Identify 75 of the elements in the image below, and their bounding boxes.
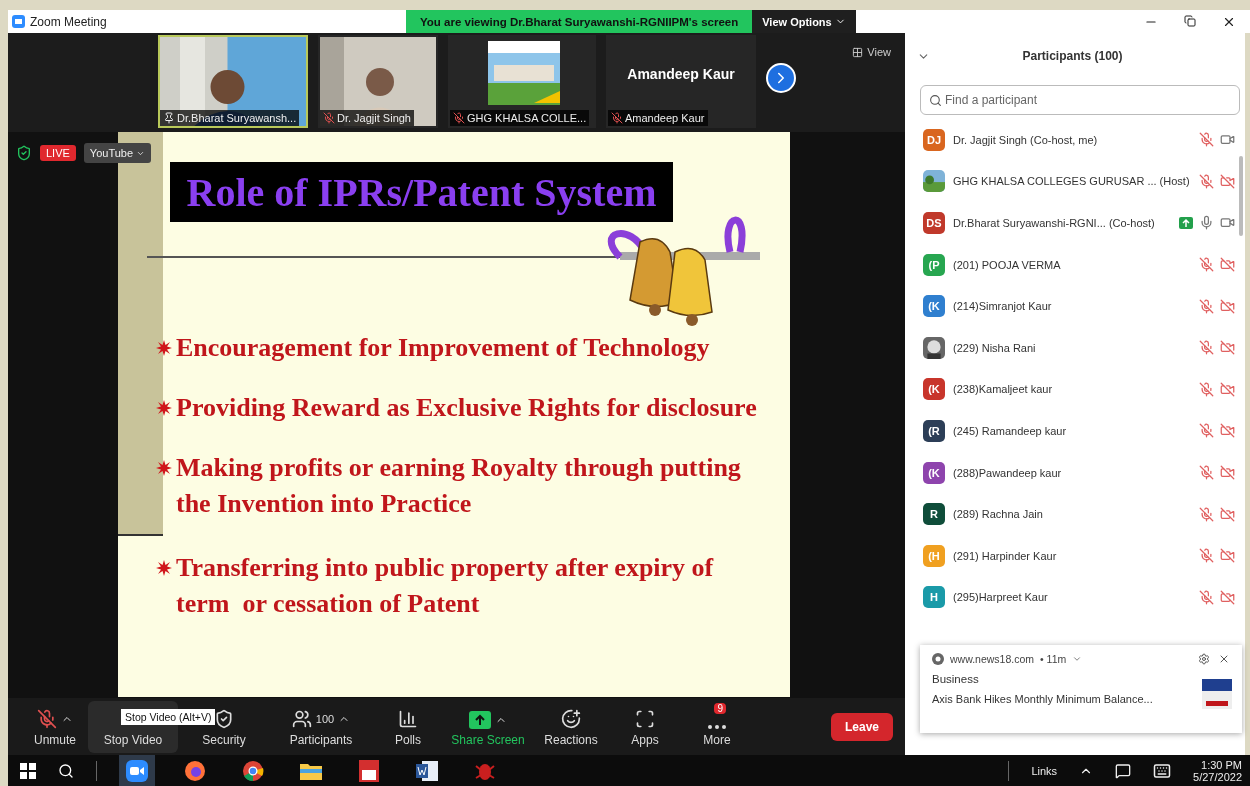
search-field[interactable]: Find a participant — [920, 85, 1240, 115]
participant-name: Dr. Jagjit Singh (Co-host, me) — [953, 133, 1099, 146]
notification-card[interactable]: www.news18.com • 11m Business Axis Bank Hikes Monthly Minimum Balance... — [920, 645, 1242, 733]
avatar: (P — [923, 253, 945, 276]
live-badge: LIVE — [40, 145, 76, 161]
clock-time: 1:30 PM — [1201, 758, 1242, 771]
avatar: (K — [923, 295, 945, 318]
clock-date: 5/27/2022 — [1193, 770, 1242, 783]
participant-row[interactable]: DS Dr.Bharat Suryawanshi-RGNI... (Co-host) — [905, 202, 1245, 244]
slide-title: Role of IPRs/Patent System — [170, 162, 673, 222]
slide-bullet: Encouragement for Improvement of Technology — [176, 332, 711, 364]
participant-row[interactable]: (H (291) Harpinder Kaur — [905, 534, 1245, 577]
tile-name: Amandeep Kaur — [625, 112, 705, 124]
participant-name: (214)Simranjot Kaur — [953, 300, 1053, 313]
participant-name: (201) POOJA VERMA — [953, 258, 1062, 271]
participant-row[interactable]: (P (201) POOJA VERMA — [905, 243, 1245, 286]
view-button[interactable]: View — [846, 45, 897, 59]
participant-row[interactable]: (229) Nisha Rani — [905, 326, 1245, 369]
avatar: (H — [923, 544, 945, 567]
slide-bullet: Making profits or earning Royalty through putting the Invention into Practice — [176, 452, 742, 520]
notification-source: www.news18.com — [950, 653, 1035, 665]
slide-bullet: Providing Reward as Exclusive Rights for disclosure — [176, 392, 758, 424]
tile-name: GHG KHALSA COLLE... — [467, 112, 587, 124]
avatar: DS — [923, 212, 945, 234]
reactions-button[interactable]: Reactions — [532, 700, 610, 753]
notification-badge: 9 — [714, 702, 726, 714]
avatar: (R — [923, 419, 945, 442]
stream-platform-button[interactable]: YouTube — [83, 143, 152, 163]
participant-name: (291) Harpinder Kaur — [953, 549, 1058, 562]
participant-row[interactable]: H (295)Harpreet Kaur — [905, 576, 1245, 619]
video-tile[interactable]: Dr.Bharat Suryawansh... — [158, 35, 308, 128]
notification-headline: Axis Bank Hikes Monthly Minimum Balance... — [932, 693, 1154, 705]
participant-name: (229) Nisha Rani — [953, 341, 1037, 354]
notification-category: Business — [932, 673, 980, 685]
avatar: (K — [923, 461, 945, 484]
apps-button[interactable]: Apps — [610, 700, 680, 753]
participant-row[interactable]: (K (214)Simranjot Kaur — [905, 285, 1245, 327]
avatar: DJ — [923, 128, 945, 151]
tile-name: Dr.Bharat Suryawansh... — [177, 112, 297, 124]
more-button[interactable]: More 9 — [680, 700, 754, 753]
participant-row[interactable]: DJ Dr. Jagjit Singh (Co-host, me) — [905, 119, 1245, 161]
participant-row[interactable]: (K (238)Kamaljeet kaur — [905, 368, 1245, 411]
avatar: (K — [923, 378, 945, 401]
leave-button[interactable]: Leave — [830, 712, 893, 741]
slide-bullet: Transferring into public property after expiry of term or cessation of Patent — [176, 552, 715, 620]
notification-age: • 11m — [1040, 653, 1067, 665]
avatar: R — [923, 503, 945, 526]
participant-row[interactable]: (K (288)Pawandeep kaur — [905, 451, 1245, 494]
tooltip: Stop Video (Alt+V) — [121, 709, 216, 725]
participant-name: (288)Pawandeep kaur — [953, 466, 1063, 479]
participant-count: 100 — [315, 712, 335, 725]
participant-row[interactable]: GHG KHALSA COLLEGES GURUSAR ... (Host) — [905, 160, 1245, 203]
window-title: Zoom Meeting — [30, 14, 107, 29]
share-button[interactable]: Share Screen — [444, 700, 532, 753]
participant-row[interactable]: (R (245) Ramandeep kaur — [905, 410, 1245, 452]
participant-name: (238)Kamaljeet kaur — [953, 383, 1054, 396]
participant-name: Dr.Bharat Suryawanshi-RGNI... (Co-host) — [953, 217, 1156, 229]
video-tile[interactable]: Dr. Jagjit Singh — [318, 35, 438, 128]
participant-name: (295)Harpreet Kaur — [953, 591, 1049, 604]
panel-title: Participants (100) — [1021, 49, 1124, 63]
links-toolbar[interactable]: Links — [1031, 764, 1058, 777]
participant-name: (245) Ramandeep kaur — [953, 424, 1068, 437]
mic-button[interactable]: Unmute — [22, 700, 88, 753]
avatar: H — [923, 586, 945, 609]
participants-button[interactable]: 100 Participants — [270, 700, 372, 753]
participant-name: GHG KHALSA COLLEGES GURUSAR ... (Host) — [953, 175, 1191, 188]
video-tile[interactable]: Amandeep Kaur Amandeep Kaur — [606, 35, 756, 128]
view-options-button[interactable]: View Options — [752, 10, 856, 33]
sharing-banner: You are viewing Dr.Bharat Suryawanshi-RGNIIPM's screen — [406, 10, 753, 33]
participant-name: (289) Rachna Jain — [953, 508, 1044, 521]
polls-button[interactable]: Polls — [372, 700, 444, 753]
video-tile[interactable]: GHG KHALSA COLLE... — [448, 35, 596, 128]
tile-name: Dr. Jagjit Singh — [337, 112, 411, 124]
participant-name: Amandeep Kaur — [627, 65, 735, 82]
participant-row[interactable]: R (289) Rachna Jain — [905, 493, 1245, 535]
